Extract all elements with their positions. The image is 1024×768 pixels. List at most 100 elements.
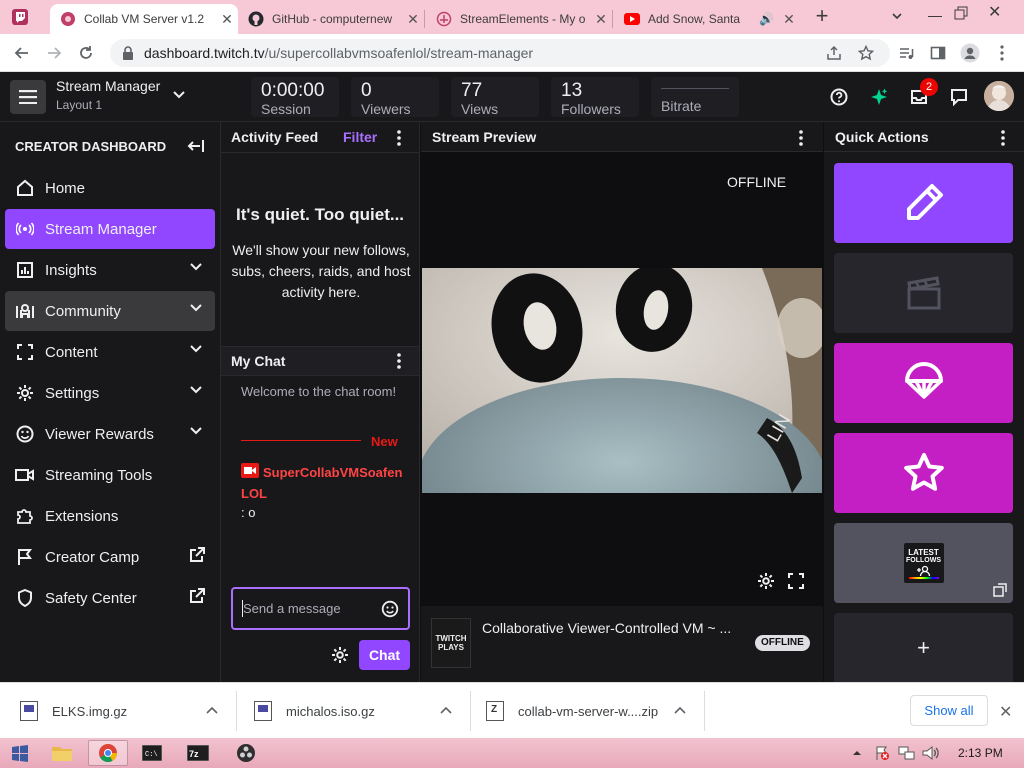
popout-icon[interactable] [993,583,1007,597]
download-item[interactable]: michalos.iso.gz [254,683,464,739]
sidebar-item-insights[interactable]: Insights [5,250,215,290]
chat-input[interactable]: Send a message [231,587,410,630]
sidebar-item-streaming-tools[interactable]: Streaming Tools [5,455,215,495]
twitch-app-icon[interactable] [8,6,32,28]
add-quick-action-button[interactable]: + [834,613,1013,682]
window-close-button[interactable]: ✕ [988,2,1001,22]
tab-search-icon[interactable] [890,9,904,23]
lock-icon[interactable] [122,46,134,60]
new-tab-button[interactable]: + [810,5,834,28]
layout-name: Layout 1 [56,98,103,112]
create-clip-button[interactable] [834,253,1013,333]
stream-preview-panel: Stream Preview OFFLINE LIN TWITCH PLAYS … [421,122,823,682]
sidebar-item-label: Safety Center [45,589,137,607]
command-prompt-icon[interactable]: C:\ [132,740,172,766]
edit-stream-info-button[interactable] [834,163,1013,243]
tab-collabvm[interactable]: Collab VM Server v1.2 ✕ [50,4,238,34]
more-options-icon[interactable] [793,128,809,148]
external-link-icon[interactable] [189,588,205,604]
profile-icon[interactable] [958,41,982,65]
promote-button[interactable] [834,433,1013,513]
share-icon[interactable] [822,41,846,65]
chevron-up-icon[interactable] [206,706,218,714]
file-explorer-icon[interactable] [42,740,82,766]
restore-button[interactable] [954,6,968,20]
layout-selector[interactable]: Stream Manager Layout 1 [56,78,160,112]
reload-button[interactable] [74,41,98,65]
stream-title[interactable]: Collaborative Viewer-Controlled VM ~ ... [482,620,752,636]
sidebar-item-stream-manager[interactable]: Stream Manager [5,209,215,249]
7zip-icon[interactable]: 7z [178,740,218,766]
sidebar-item-settings[interactable]: Settings [5,373,215,413]
chevron-down-icon[interactable] [189,262,203,272]
volume-icon[interactable] [922,745,940,761]
close-icon[interactable]: ✕ [402,11,424,28]
chevron-down-icon[interactable] [189,344,203,354]
close-icon[interactable]: ✕ [590,11,612,28]
sidebar-item-community[interactable]: Community [5,291,215,331]
player-settings-gear-icon[interactable] [757,572,775,590]
close-icon[interactable]: ✕ [216,11,238,28]
latest-follows-button[interactable]: LATEST FOLLOWS [834,523,1013,603]
collapse-sidebar-icon[interactable] [187,139,205,153]
chevron-down-icon[interactable] [172,90,186,100]
chat-send-button[interactable]: Chat [359,640,410,670]
omnibox[interactable]: dashboard.twitch.tv/u/supercollabvmsoafe… [110,39,890,67]
more-options-icon[interactable] [995,128,1011,148]
sidebar-item-content[interactable]: Content [5,332,215,372]
minimize-button[interactable] [928,16,942,17]
viewers-label: Viewers [361,101,411,117]
external-link-icon[interactable] [189,547,205,563]
clock[interactable]: 2:13 PM [958,746,1003,760]
speaker-icon[interactable]: 🔊 [759,12,774,26]
sidebar-item-extensions[interactable]: Extensions [5,496,215,536]
side-panel-icon[interactable] [926,41,950,65]
close-icon[interactable]: ✕ [778,11,800,28]
more-options-icon[interactable] [391,128,407,148]
emote-picker-icon[interactable] [381,600,399,618]
svg-text:C:\: C:\ [145,751,158,759]
fullscreen-icon[interactable] [788,573,804,589]
sidebar-item-label: Settings [45,384,100,402]
chevron-up-icon[interactable] [440,706,452,714]
start-button[interactable] [2,740,38,766]
tab-youtube[interactable]: Add Snow, Santa 🔊 ✕ [614,4,800,34]
filter-button[interactable]: Filter [343,129,377,145]
more-options-icon[interactable] [391,351,407,371]
chrome-icon[interactable] [88,740,128,766]
chevron-down-icon[interactable] [189,303,203,313]
sidebar-item-safety-center[interactable]: Safety Center [5,578,215,618]
forward-button[interactable] [42,41,66,65]
close-download-bar-button[interactable]: ✕ [999,702,1012,722]
help-icon[interactable] [828,86,850,108]
back-button[interactable] [10,41,34,65]
obs-icon[interactable] [226,740,266,766]
media-control-icon[interactable] [894,41,918,65]
download-item[interactable]: ELKS.img.gz [20,683,230,739]
sidebar-item-viewer-rewards[interactable]: Viewer Rewards [5,414,215,454]
category-thumbnail[interactable]: TWITCH PLAYS [431,618,471,668]
tab-streamelements[interactable]: StreamElements - My o ✕ [426,4,612,34]
sparkle-icon[interactable] [868,86,890,108]
chat-username[interactable]: SuperCollabVMSoafenLOL [241,462,406,504]
action-center-flag-icon[interactable] [874,745,890,761]
bookmark-star-icon[interactable] [854,41,878,65]
menu-icon[interactable] [10,80,46,114]
download-item[interactable]: Z collab-vm-server-w....zip [486,683,696,739]
avatar[interactable] [984,81,1014,111]
chat-settings-gear-icon[interactable] [331,646,349,664]
flag-icon [15,547,35,567]
browser-menu-icon[interactable] [990,41,1014,65]
chevron-down-icon[interactable] [189,385,203,395]
tray-expand-icon[interactable] [852,749,862,756]
chevron-up-icon[interactable] [674,706,686,714]
sidebar-item-creator-camp[interactable]: Creator Camp [5,537,215,577]
show-all-button[interactable]: Show all [910,695,988,726]
run-ad-button[interactable] [834,343,1013,423]
sidebar-item-home[interactable]: Home [5,168,215,208]
whispers-icon[interactable] [948,86,970,108]
sidebar-heading: CREATOR DASHBOARD [15,139,167,154]
network-icon[interactable] [898,745,916,761]
chevron-down-icon[interactable] [189,426,203,436]
tab-github[interactable]: GitHub - computernew ✕ [238,4,424,34]
